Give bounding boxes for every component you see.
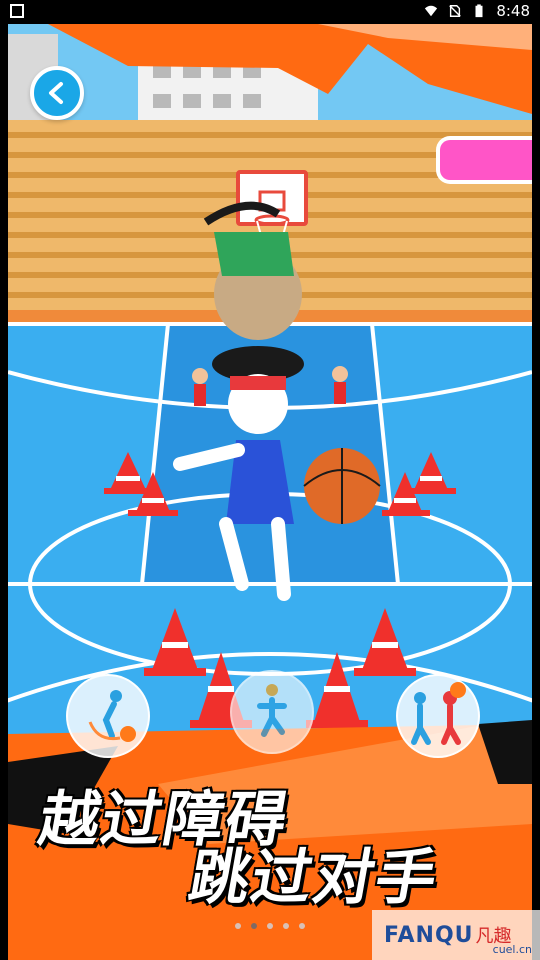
back-icon [49,82,63,104]
carousel-dot[interactable] [235,923,241,929]
carousel-dot[interactable] [283,923,289,929]
wifi-icon [425,5,438,17]
watermark: FANQU 凡趣 cuel.cn [372,910,540,960]
dribble-icon [88,690,136,742]
image-notification-icon [10,4,24,18]
pink-badge[interactable] [436,136,532,184]
carousel-dot-active[interactable] [251,923,257,929]
no-sim-icon [449,5,462,17]
game-scene [8,24,532,960]
watermark-brand: FANQU [384,922,474,948]
fake-icon [411,682,466,745]
carousel-dot[interactable] [299,923,305,929]
carousel-dot[interactable] [267,923,273,929]
status-bar: 8:48 [0,0,540,24]
status-time: 8:48 [496,2,530,20]
battery-icon [475,4,483,18]
fake-button[interactable] [396,674,480,758]
jump-icon [257,684,287,737]
jump-button[interactable] [230,670,314,754]
dribble-button[interactable] [66,674,150,758]
watermark-domain: cuel.cn [492,943,532,956]
back-button[interactable] [30,66,84,120]
